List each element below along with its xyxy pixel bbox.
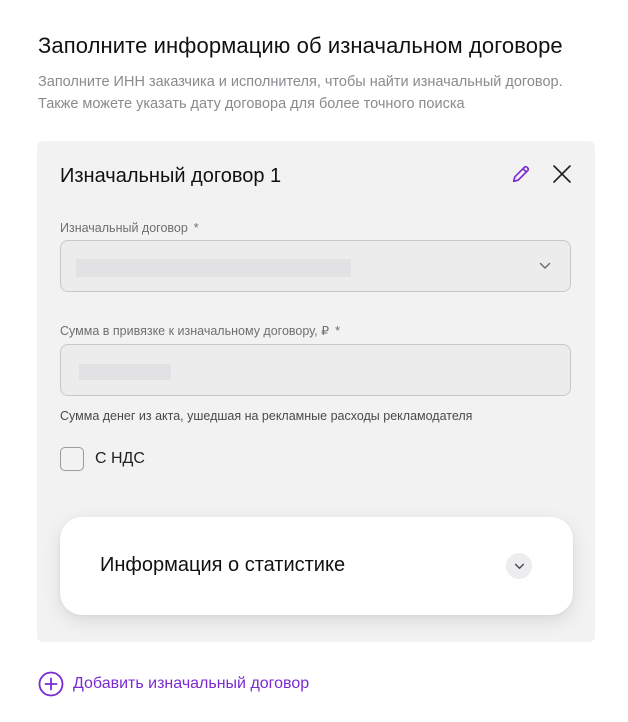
contract-field-label-text: Изначальный договор <box>60 221 188 235</box>
amount-field-label-text: Сумма в привязке к изначальному договору… <box>60 324 330 338</box>
add-contract-button[interactable]: Добавить изначальный договор <box>38 671 309 697</box>
amount-field-label: Сумма в привязке к изначальному договору… <box>60 323 340 339</box>
close-icon <box>553 165 571 183</box>
page-subtitle: Заполните ИНН заказчика и исполнителя, ч… <box>38 74 563 112</box>
amount-hint: Сумма денег из акта, ушедшая на рекламны… <box>60 409 473 423</box>
redacted-amount-value <box>79 364 171 380</box>
required-mark: * <box>193 221 199 235</box>
redacted-contract-value <box>76 259 351 277</box>
vat-checkbox-label: С НДС <box>95 450 145 467</box>
chevron-down-icon <box>538 259 552 273</box>
edit-button[interactable] <box>508 161 534 187</box>
vat-checkbox-row[interactable]: С НДС <box>60 445 145 473</box>
contract-select[interactable] <box>60 240 571 292</box>
plus-circle-icon <box>38 671 64 697</box>
amount-input[interactable] <box>60 344 571 396</box>
page-title: Заполните информацию об изначальном дого… <box>38 33 563 58</box>
statistics-panel-title: Информация о статистике <box>100 554 346 576</box>
chevron-down-icon[interactable] <box>506 553 532 579</box>
add-contract-label: Добавить изначальный договор <box>73 675 310 692</box>
contract-field-label: Изначальный договор * <box>60 220 199 236</box>
statistics-panel[interactable]: Информация о статистике <box>60 517 573 615</box>
vat-checkbox[interactable] <box>60 447 84 471</box>
close-button[interactable] <box>549 161 575 187</box>
card-title: Изначальный договор 1 <box>60 165 282 187</box>
required-mark: * <box>335 324 340 338</box>
pencil-icon <box>512 165 530 183</box>
original-contract-card: Изначальный договор 1 Изначальный догово… <box>37 141 595 642</box>
